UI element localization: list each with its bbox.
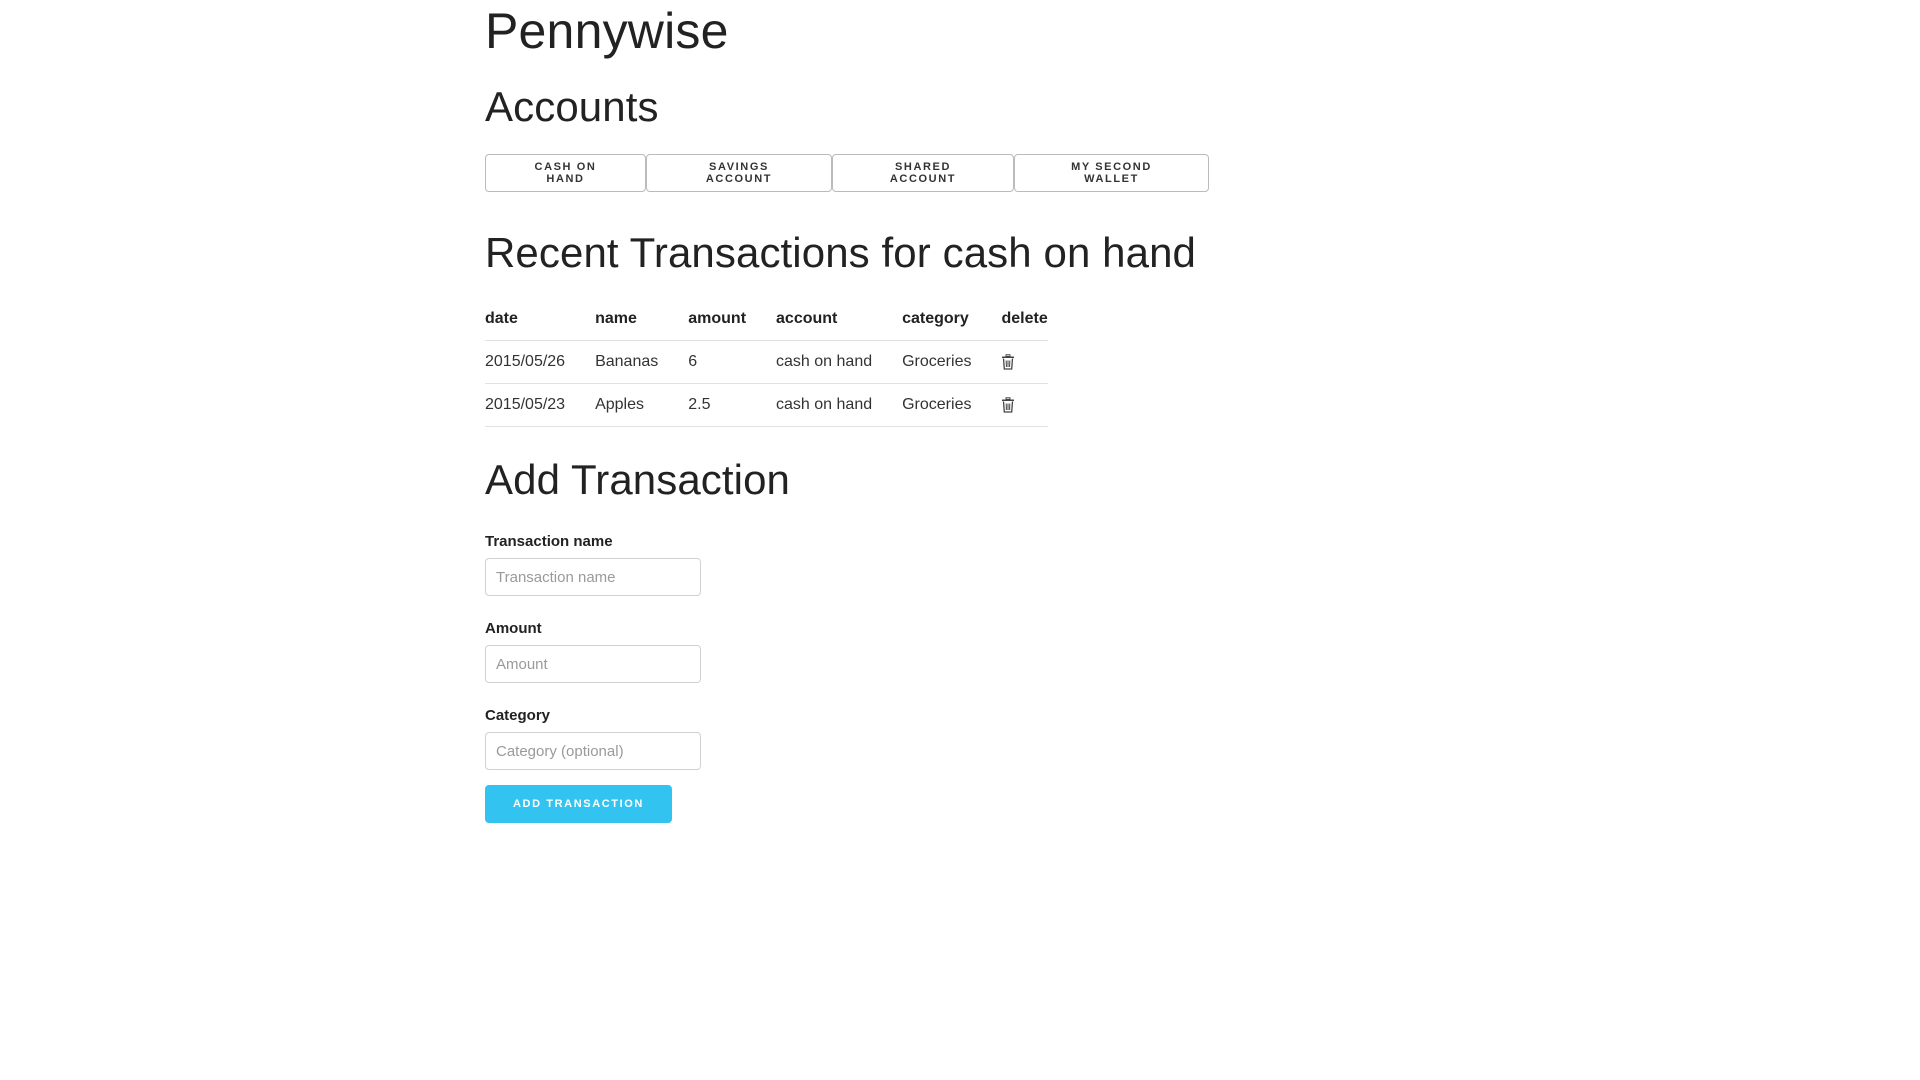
account-button-shared-account[interactable]: SHARED ACCOUNT (832, 154, 1014, 192)
cell-delete (1001, 340, 1048, 384)
recent-transactions-heading: Recent Transactions for cash on hand (485, 229, 1197, 276)
app-title: Pennywise (485, 3, 729, 59)
cell-account: cash on hand (776, 383, 903, 427)
table-row: 2015/05/23 Apples 2.5 cash on hand Groce… (485, 383, 1048, 427)
cell-amount: 2.5 (688, 383, 777, 427)
column-header-name: name (595, 300, 689, 341)
account-buttons: CASH ON HAND SAVINGS ACCOUNT SHARED ACCO… (485, 154, 1285, 192)
cell-date: 2015/05/23 (485, 383, 596, 427)
transaction-name-label: Transaction name (485, 533, 613, 550)
cell-name: Apples (595, 383, 689, 427)
table-row: 2015/05/26 Bananas 6 cash on hand Grocer… (485, 340, 1048, 384)
cell-amount: 6 (688, 340, 777, 384)
column-header-amount: amount (688, 300, 777, 341)
cell-account: cash on hand (776, 340, 903, 384)
category-input[interactable] (485, 732, 701, 770)
add-transaction-form: Transaction name Amount Category ADD TRA… (485, 533, 1285, 823)
account-button-savings-account[interactable]: SAVINGS ACCOUNT (646, 154, 832, 192)
cell-delete (1001, 383, 1048, 427)
column-header-category: category (902, 300, 1002, 341)
category-label: Category (485, 707, 551, 724)
add-transaction-button[interactable]: ADD TRANSACTION (485, 785, 672, 823)
account-button-cash-on-hand[interactable]: CASH ON HAND (485, 154, 646, 192)
trash-icon[interactable] (1001, 354, 1015, 370)
cell-name: Bananas (595, 340, 689, 384)
trash-icon[interactable] (1001, 397, 1015, 413)
transaction-name-input[interactable] (485, 558, 701, 596)
add-transaction-heading: Add Transaction (485, 456, 791, 503)
column-header-delete: delete (1001, 300, 1048, 341)
cell-date: 2015/05/26 (485, 340, 596, 384)
main-container: Pennywise Accounts CASH ON HAND SAVINGS … (485, 0, 1285, 823)
accounts-heading: Accounts (485, 83, 659, 130)
cell-category: Groceries (902, 340, 1002, 384)
table-header-row: date name amount account category delete (485, 300, 1048, 341)
amount-label: Amount (485, 620, 542, 637)
column-header-account: account (776, 300, 903, 341)
transactions-table: date name amount account category delete… (485, 300, 1048, 427)
column-header-date: date (485, 300, 596, 341)
amount-input[interactable] (485, 645, 701, 683)
account-button-my-second-wallet[interactable]: MY SECOND WALLET (1014, 154, 1209, 192)
cell-category: Groceries (902, 383, 1002, 427)
